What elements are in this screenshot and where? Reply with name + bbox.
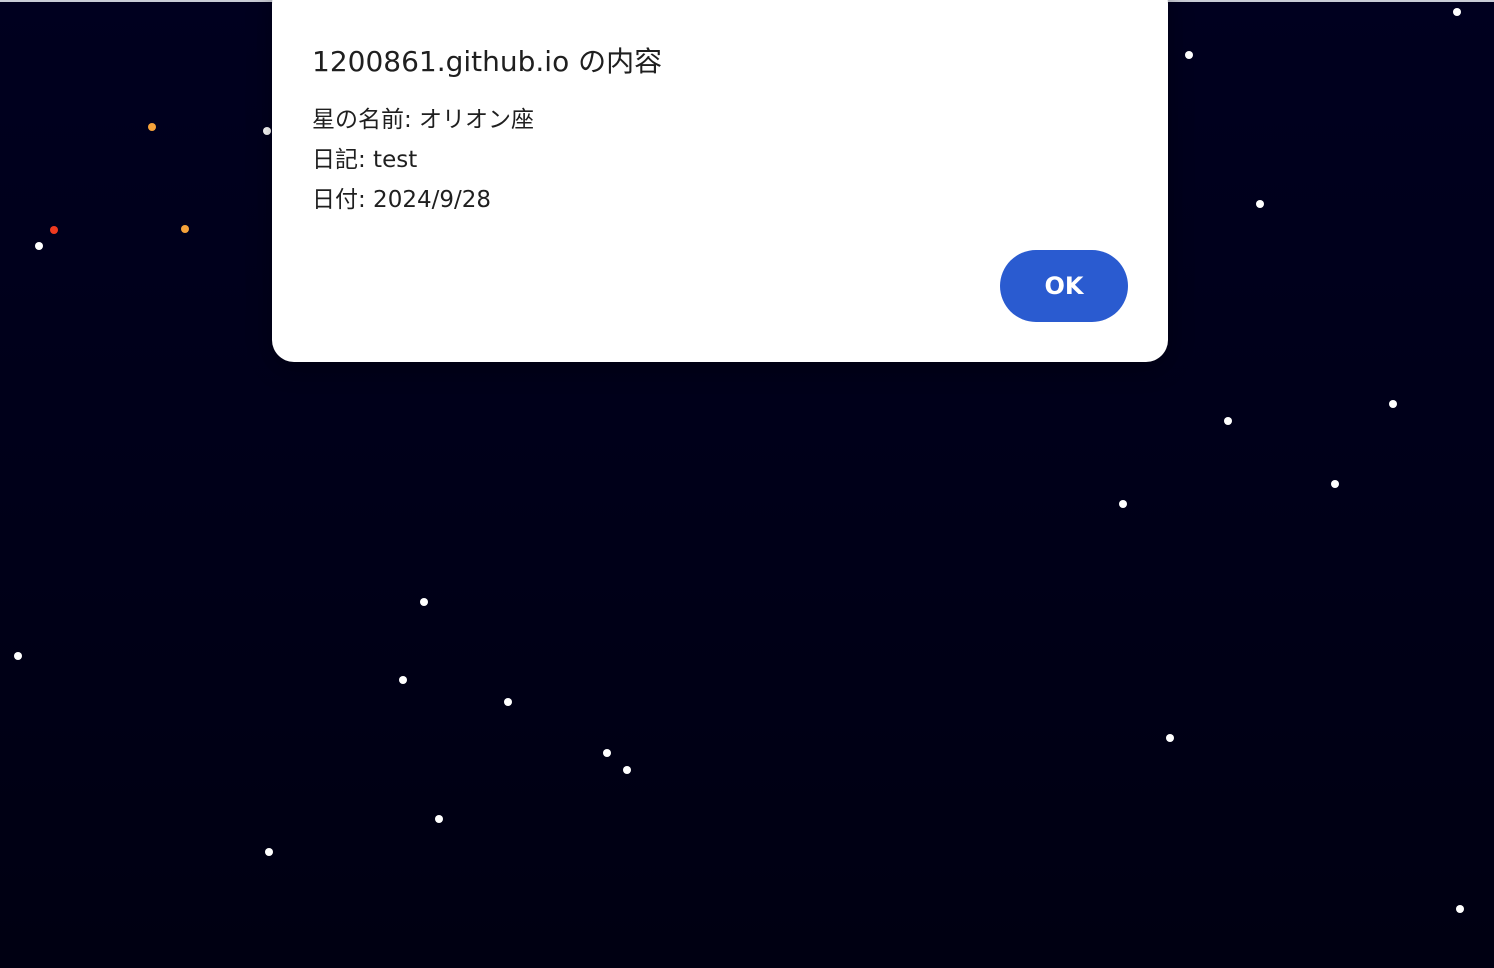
- star[interactable]: [14, 652, 22, 660]
- star[interactable]: [623, 766, 631, 774]
- star[interactable]: [1119, 500, 1127, 508]
- star-name-line: 星の名前: オリオン座: [312, 107, 535, 133]
- star[interactable]: [420, 598, 428, 606]
- star[interactable]: [1389, 400, 1397, 408]
- star[interactable]: [435, 815, 443, 823]
- star[interactable]: [265, 848, 273, 856]
- star[interactable]: [148, 123, 156, 131]
- star[interactable]: [1456, 905, 1464, 913]
- star[interactable]: [399, 676, 407, 684]
- date-line: 日付: 2024/9/28: [312, 187, 491, 213]
- star[interactable]: [181, 225, 189, 233]
- star[interactable]: [1224, 417, 1232, 425]
- star[interactable]: [1453, 8, 1461, 16]
- star[interactable]: [504, 698, 512, 706]
- star[interactable]: [1331, 480, 1339, 488]
- ok-button[interactable]: OK: [1000, 250, 1128, 322]
- dialog-title: 1200861.github.io の内容: [312, 45, 663, 78]
- star[interactable]: [263, 127, 271, 135]
- star[interactable]: [1185, 51, 1193, 59]
- diary-line: 日記: test: [312, 147, 418, 173]
- star[interactable]: [1166, 734, 1174, 742]
- star[interactable]: [1256, 200, 1264, 208]
- star[interactable]: [603, 749, 611, 757]
- dialog-message: 星の名前: オリオン座 日記: test 日付: 2024/9/28: [312, 100, 534, 220]
- alert-dialog: 1200861.github.io の内容 星の名前: オリオン座 日記: te…: [272, 0, 1168, 362]
- star[interactable]: [35, 242, 43, 250]
- star[interactable]: [50, 226, 58, 234]
